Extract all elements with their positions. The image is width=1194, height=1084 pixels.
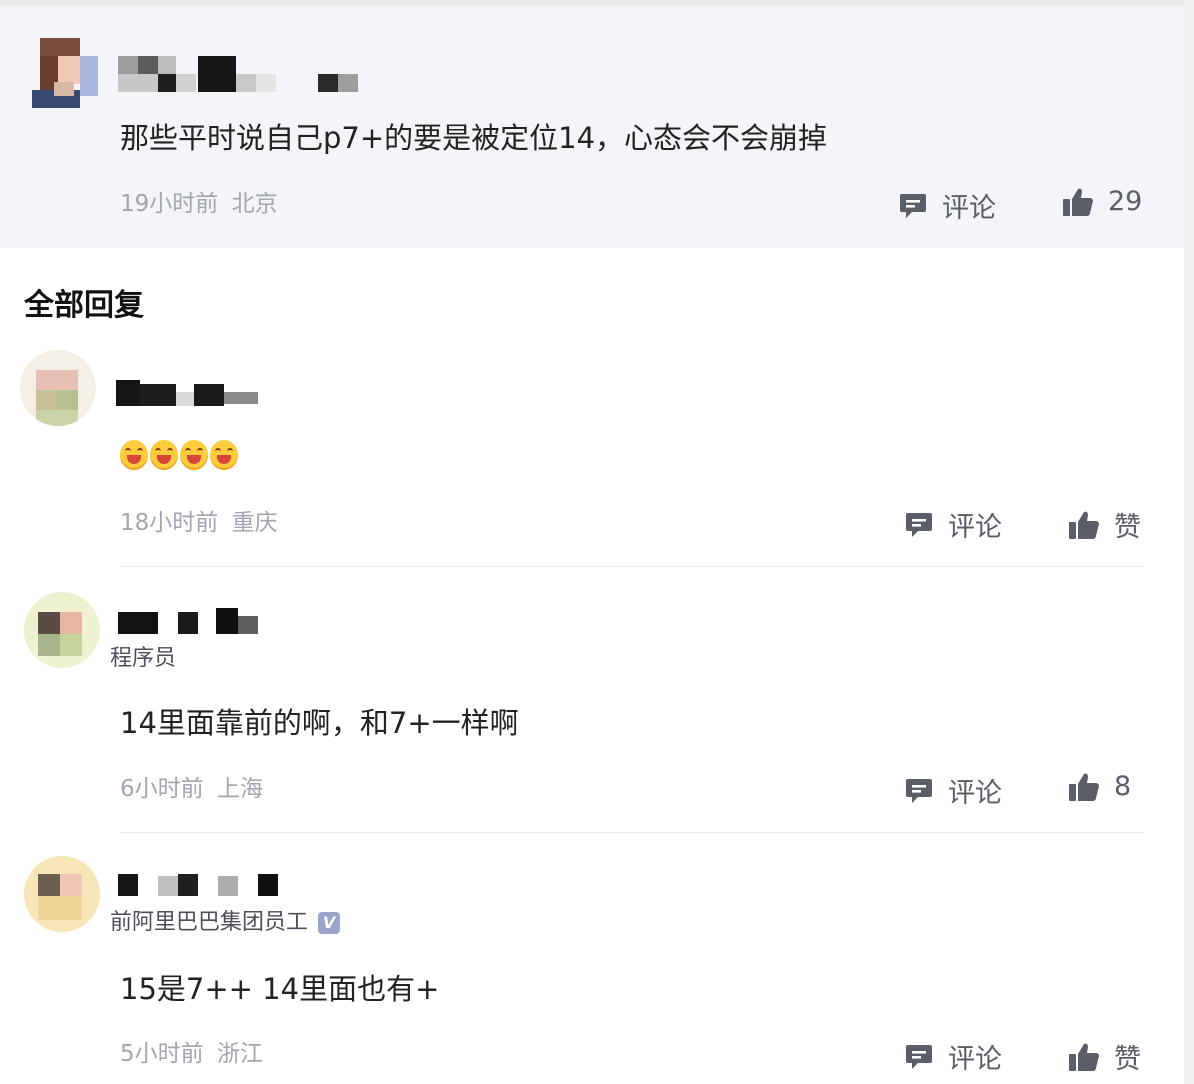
- reply-1-meta: 18小时前 重庆: [120, 508, 278, 538]
- all-replies-title: 全部回复: [24, 288, 144, 323]
- grinning-face-emoji: [120, 440, 148, 470]
- reply-2-text: 14里面靠前的啊，和7+一样啊: [120, 706, 519, 740]
- original-post-meta: 19小时前 北京: [120, 189, 278, 219]
- like-count: 8: [1114, 771, 1132, 802]
- reply-2-comment-button[interactable]: 评论: [904, 771, 1002, 810]
- thumbs-up-icon: [1068, 510, 1100, 540]
- original-post-text: 那些平时说自己p7+的要是被定位14，心态会不会崩掉: [120, 121, 828, 155]
- original-post-like-button[interactable]: 29: [1062, 186, 1142, 217]
- reply-3-avatar[interactable]: [24, 856, 100, 932]
- reply-2-author-name[interactable]: [118, 604, 268, 640]
- like-label: 赞: [1114, 512, 1141, 543]
- reply-3-meta: 5小时前 浙江: [120, 1039, 263, 1069]
- comment-label: 评论: [948, 778, 1002, 809]
- reply-2-author-title: 程序员: [110, 646, 177, 671]
- comment-bubble-icon: [904, 510, 934, 540]
- reply-1-comment-button[interactable]: 评论: [904, 505, 1002, 544]
- reply-time: 18小时前: [120, 510, 219, 536]
- reply-3-author-title-row: 前阿里巴巴集团员工 V: [110, 908, 341, 938]
- reply-1-like-button[interactable]: 赞: [1068, 505, 1141, 544]
- like-count: 29: [1108, 186, 1143, 217]
- reply-time: 6小时前: [120, 776, 204, 802]
- original-post-avatar[interactable]: [22, 34, 102, 114]
- reply-1-avatar[interactable]: [20, 350, 96, 426]
- reply-3-author-title: 前阿里巴巴集团员工: [110, 910, 309, 935]
- reply-1-author-name[interactable]: [116, 380, 266, 416]
- grinning-face-emoji: [180, 440, 208, 470]
- post-time: 19小时前: [120, 191, 219, 217]
- comment-label: 评论: [942, 193, 996, 224]
- reply-2-meta: 6小时前 上海: [120, 774, 263, 804]
- reply-divider: [120, 566, 1144, 567]
- reply-location: 上海: [216, 776, 263, 802]
- thumbs-up-icon: [1068, 772, 1100, 802]
- grinning-face-emoji: [210, 440, 238, 470]
- post-location: 北京: [231, 191, 278, 217]
- comment-bubble-icon: [904, 1042, 934, 1072]
- original-post-comment-button[interactable]: 评论: [898, 186, 996, 225]
- comment-bubble-icon: [898, 191, 928, 221]
- reply-1-emoji-content: [120, 440, 238, 470]
- reply-2-like-button[interactable]: 8: [1068, 771, 1131, 802]
- original-post-author-name[interactable]: [118, 56, 368, 92]
- reply-location: 浙江: [216, 1041, 263, 1067]
- verified-badge-icon: V: [318, 912, 341, 934]
- comment-label: 评论: [948, 1044, 1002, 1075]
- thumbs-up-icon: [1062, 187, 1094, 217]
- comment-label: 评论: [948, 512, 1002, 543]
- reply-location: 重庆: [231, 510, 278, 536]
- reply-2-avatar[interactable]: [24, 592, 100, 668]
- reply-3-comment-button[interactable]: 评论: [904, 1037, 1002, 1076]
- reply-3-author-name[interactable]: [118, 872, 308, 908]
- reply-time: 5小时前: [120, 1041, 204, 1067]
- grinning-face-emoji: [150, 440, 178, 470]
- reply-divider: [120, 832, 1144, 833]
- thumbs-up-icon: [1068, 1042, 1100, 1072]
- reply-3-like-button[interactable]: 赞: [1068, 1037, 1141, 1076]
- comment-bubble-icon: [904, 776, 934, 806]
- scrollbar-track[interactable]: [1184, 0, 1194, 1084]
- like-label: 赞: [1114, 1044, 1141, 1075]
- reply-3-text: 15是7++ 14里面也有+: [120, 972, 440, 1006]
